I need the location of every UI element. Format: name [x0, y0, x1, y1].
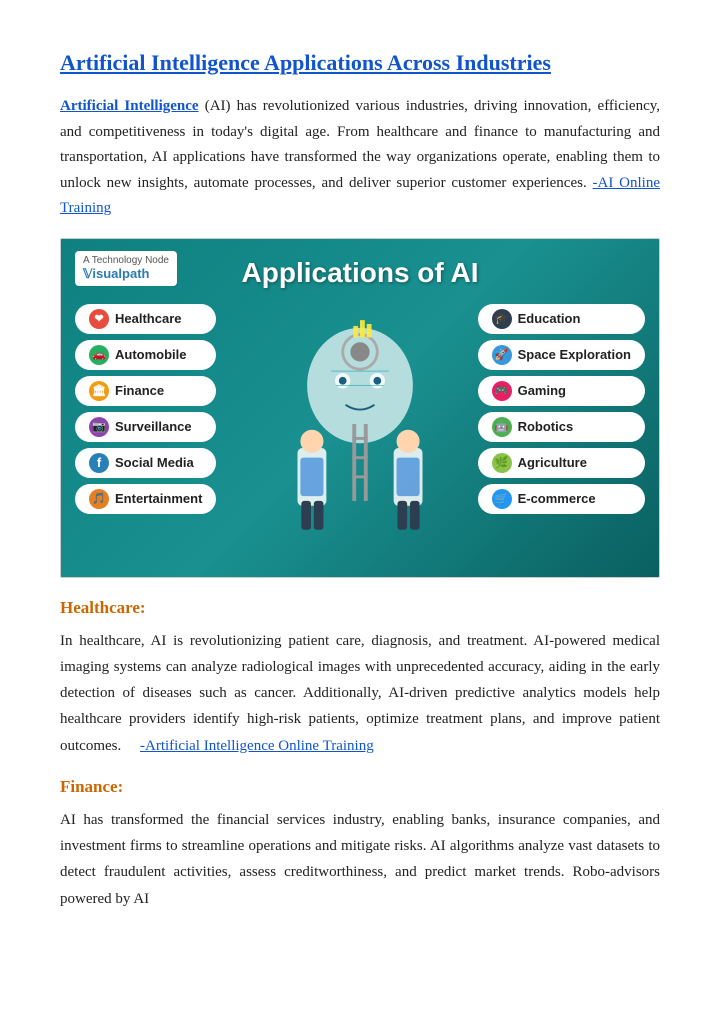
ai-figure-svg [270, 299, 450, 549]
logo-name: 𝕍isualpath [83, 266, 169, 282]
finance-paragraph: AI has transformed the financial service… [60, 807, 660, 912]
chip-ecommerce-icon: 🛒 [492, 489, 512, 509]
chip-automobile-label: Automobile [115, 347, 187, 362]
chip-entertainment-icon: 🎵 [89, 489, 109, 509]
chip-ecommerce: 🛒 E-commerce [478, 484, 645, 514]
chip-space-icon: 🚀 [492, 345, 512, 365]
chip-agriculture-icon: 🌿 [492, 453, 512, 473]
chip-agriculture: 🌿 Agriculture [478, 448, 645, 478]
chip-space-exploration: 🚀 Space Exploration [478, 340, 645, 370]
ai-online-training-link-healthcare[interactable]: -Artificial Intelligence Online Training [140, 738, 374, 754]
chip-education: 🎓 Education [478, 304, 645, 334]
healthcare-heading: Healthcare: [60, 598, 660, 618]
chip-automobile-icon: 🚗 [89, 345, 109, 365]
logo-sub: A Technology Node [83, 255, 169, 266]
page-title: Artificial Intelligence Applications Acr… [60, 50, 660, 76]
chip-social-media: f Social Media [75, 448, 216, 478]
chip-finance-label: Finance [115, 383, 164, 398]
chip-healthcare: ❤ Healthcare [75, 304, 216, 334]
chip-healthcare-label: Healthcare [115, 311, 181, 326]
intro-paragraph: Artificial Intelligence (AI) has revolut… [60, 94, 660, 222]
chip-healthcare-icon: ❤ [89, 309, 109, 329]
chip-social-label: Social Media [115, 455, 194, 470]
chip-space-label: Space Exploration [518, 347, 631, 362]
chip-automobile: 🚗 Automobile [75, 340, 216, 370]
chip-social-icon: f [89, 453, 109, 473]
ai-applications-banner: A Technology Node 𝕍isualpath Application… [60, 238, 660, 578]
chip-surveillance: 📷 Surveillance [75, 412, 216, 442]
chip-surveillance-label: Surveillance [115, 419, 192, 434]
center-figure [260, 294, 460, 554]
chip-agriculture-label: Agriculture [518, 455, 587, 470]
chip-robotics-icon: 🤖 [492, 417, 512, 437]
chip-education-icon: 🎓 [492, 309, 512, 329]
banner-inner: A Technology Node 𝕍isualpath Application… [61, 239, 659, 577]
healthcare-paragraph: In healthcare, AI is revolutionizing pat… [60, 628, 660, 759]
chip-gaming-label: Gaming [518, 383, 566, 398]
chip-surveillance-icon: 📷 [89, 417, 109, 437]
chip-finance-icon: 🏛 [89, 381, 109, 401]
right-chips-column: 🎓 Education 🚀 Space Exploration 🎮 Gaming… [478, 304, 645, 514]
chip-entertainment-label: Entertainment [115, 491, 202, 506]
chip-finance: 🏛 Finance [75, 376, 216, 406]
chip-robotics: 🤖 Robotics [478, 412, 645, 442]
chip-gaming: 🎮 Gaming [478, 376, 645, 406]
healthcare-text: In healthcare, AI is revolutionizing pat… [60, 633, 660, 754]
finance-heading: Finance: [60, 777, 660, 797]
chip-education-label: Education [518, 311, 581, 326]
chip-robotics-label: Robotics [518, 419, 574, 434]
banner-title: Applications of AI [242, 257, 479, 289]
artificial-intelligence-link[interactable]: Artificial Intelligence [60, 98, 199, 114]
visualpath-logo: A Technology Node 𝕍isualpath [75, 251, 177, 286]
chip-entertainment: 🎵 Entertainment [75, 484, 216, 514]
chip-ecommerce-label: E-commerce [518, 491, 596, 506]
left-chips-column: ❤ Healthcare 🚗 Automobile 🏛 Finance 📷 Su… [75, 304, 216, 514]
chip-gaming-icon: 🎮 [492, 381, 512, 401]
